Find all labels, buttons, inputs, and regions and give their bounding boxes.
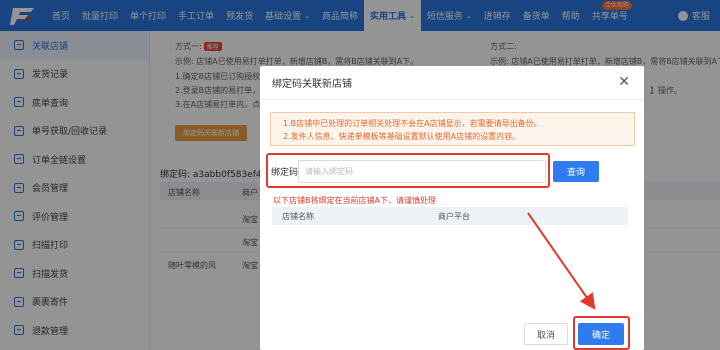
bind-code-input[interactable] — [298, 160, 546, 183]
notice-line-2: 2.发件人信息、快递单模板等基础设置默认使用A店铺的设置内容。 — [283, 132, 521, 141]
modal-header: 绑定码关联新店铺 — [260, 66, 644, 100]
query-button[interactable]: 查询 — [553, 161, 599, 182]
result-table-header: 店铺名称 商户平台 — [272, 207, 628, 225]
cancel-button[interactable]: 取消 — [524, 323, 568, 345]
warning-text: 以下店铺B将绑定在当前店铺A下，请谨慎处理 — [273, 196, 436, 205]
bind-code-modal: 绑定码关联新店铺 ✕ 1.B店铺中已处理的订单相关处理不会在A店铺显示，若需要请… — [260, 66, 644, 350]
col-merchant-platform: 商户平台 — [438, 212, 470, 221]
col-store-name: 店铺名称 — [282, 212, 314, 221]
notice-box: 1.B店铺中已处理的订单相关处理不会在A店铺显示，若需要请导出备份。 2.发件人… — [270, 112, 635, 146]
modal-title: 绑定码关联新店铺 — [272, 79, 352, 90]
close-icon[interactable]: ✕ — [618, 75, 630, 89]
bind-code-label: 绑定码 — [271, 168, 299, 178]
confirm-button[interactable]: 确定 — [578, 323, 624, 345]
notice-line-1: 1.B店铺中已处理的订单相关处理不会在A店铺显示，若需要请导出备份。 — [283, 119, 542, 128]
